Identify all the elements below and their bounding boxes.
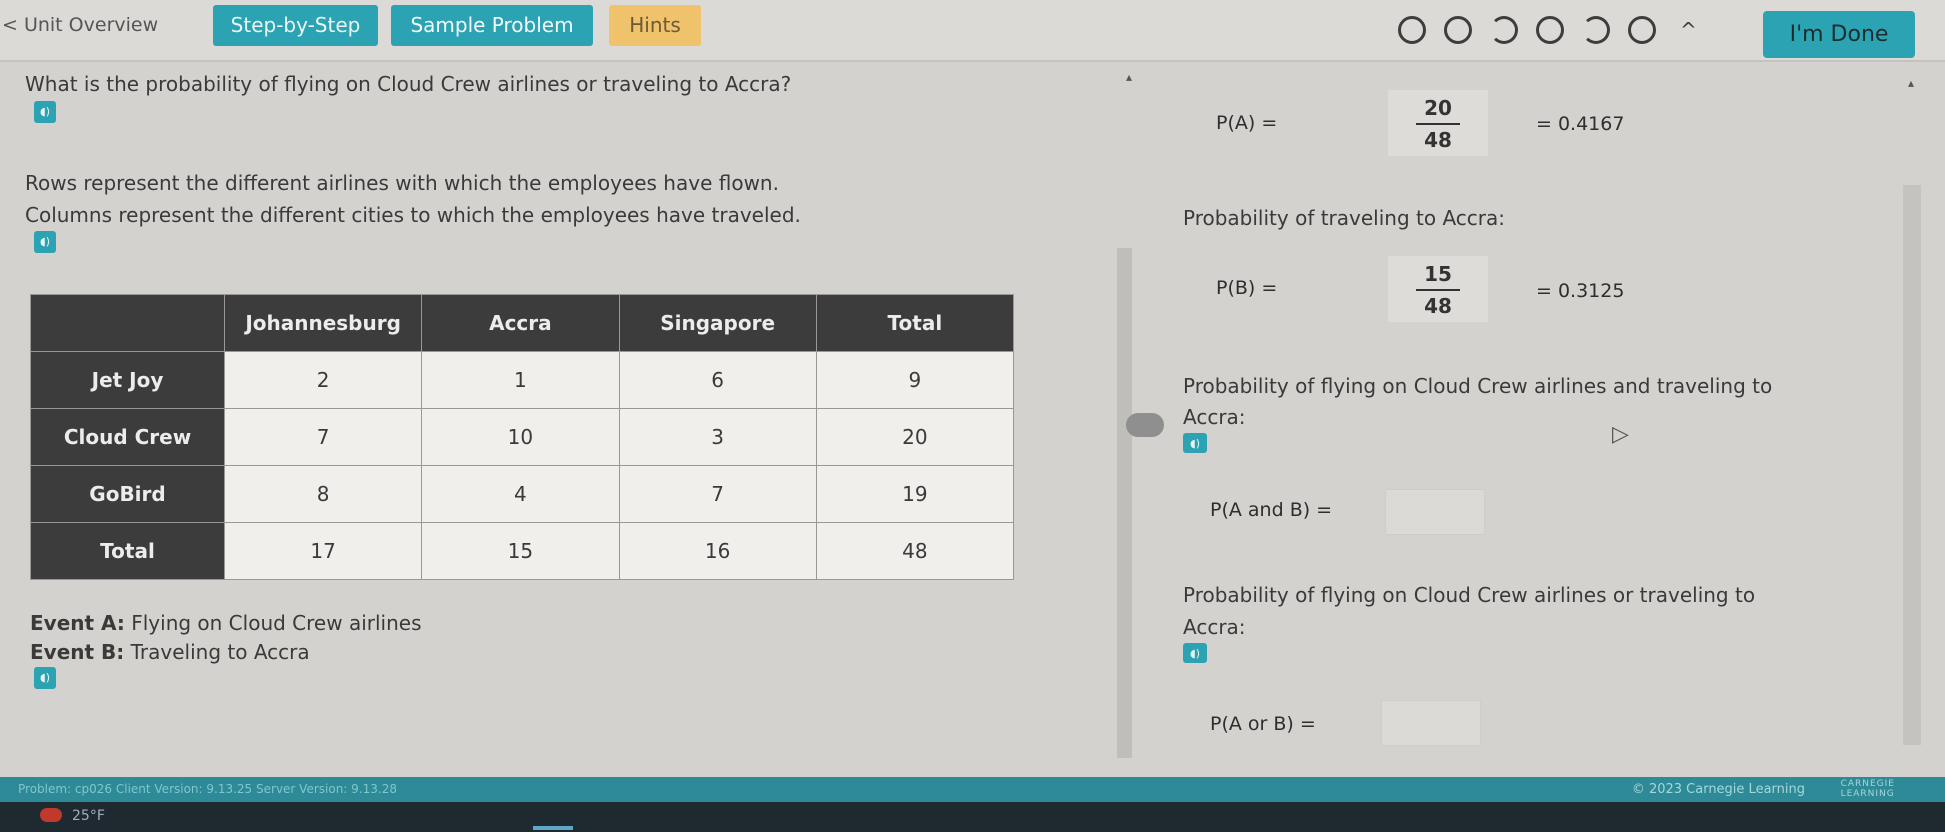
question-text: What is the probability of flying on Clo… bbox=[25, 72, 792, 96]
audio-speaker-icon[interactable]: ◖) bbox=[1183, 643, 1207, 663]
table-header-cell: Johannesburg bbox=[223, 294, 423, 352]
table-cell: 48 bbox=[815, 522, 1015, 580]
step-progress-indicator: ^ bbox=[1398, 14, 1697, 46]
progress-step-4 bbox=[1536, 16, 1564, 44]
mouse-cursor-icon: ▷ bbox=[1612, 422, 1629, 447]
top-toolbar: < Unit Overview Step-by-Step Sample Prob… bbox=[0, 0, 1945, 62]
event-b-text: Traveling to Accra bbox=[130, 640, 310, 664]
left-scroll-up-icon[interactable]: ▴ bbox=[1126, 70, 1132, 84]
right-pane-scrollbar[interactable] bbox=[1903, 185, 1921, 745]
row-header-cell: Total bbox=[30, 522, 225, 580]
or-probability-heading: Probability of flying on Cloud Crew airl… bbox=[1183, 583, 1756, 607]
and-probability-heading-cont: Accra: bbox=[1183, 405, 1246, 429]
table-cell: 9 bbox=[815, 351, 1015, 409]
pane-divider[interactable] bbox=[1117, 248, 1132, 758]
pa-fraction: 20 48 bbox=[1388, 90, 1488, 156]
copyright-text: © 2023 Carnegie Learning bbox=[1631, 782, 1805, 797]
taskbar-active-indicator bbox=[533, 826, 573, 830]
pb-value: = 0.3125 bbox=[1536, 280, 1625, 302]
progress-step-2 bbox=[1444, 16, 1472, 44]
fraction-bar bbox=[1416, 123, 1460, 125]
row-header-cell: Jet Joy bbox=[30, 351, 225, 409]
table-cell: 7 bbox=[618, 465, 817, 523]
pab-answer-input[interactable] bbox=[1385, 489, 1485, 535]
paorb-label: P(A or B) = bbox=[1210, 713, 1316, 735]
table-cell: 17 bbox=[223, 522, 423, 580]
table-cell: 1 bbox=[421, 351, 620, 409]
accra-probability-heading: Probability of traveling to Accra: bbox=[1183, 206, 1505, 230]
row-header-cell: Cloud Crew bbox=[30, 408, 225, 466]
table-cell: 3 bbox=[618, 408, 817, 466]
pa-denominator: 48 bbox=[1424, 128, 1452, 152]
weather-icon bbox=[40, 808, 62, 822]
weather-temperature: 25°F bbox=[72, 808, 105, 824]
table-cell: 4 bbox=[421, 465, 620, 523]
paorb-answer-input[interactable] bbox=[1381, 700, 1481, 746]
airline-city-table: Johannesburg Accra Singapore Total Jet J… bbox=[30, 294, 1015, 580]
and-probability-heading: Probability of flying on Cloud Crew airl… bbox=[1183, 374, 1773, 398]
pb-denominator: 48 bbox=[1424, 294, 1452, 318]
table-header-cell bbox=[30, 294, 225, 352]
table-row: Jet Joy 2 1 6 9 bbox=[30, 351, 1015, 409]
table-cell: 8 bbox=[223, 465, 423, 523]
unit-overview-link[interactable]: < Unit Overview bbox=[2, 10, 158, 40]
pb-fraction: 15 48 bbox=[1388, 256, 1488, 322]
or-probability-heading-cont: Accra: bbox=[1183, 615, 1246, 639]
pb-numerator: 15 bbox=[1424, 262, 1452, 286]
sample-problem-button[interactable]: Sample Problem bbox=[391, 5, 593, 46]
collapse-progress-icon[interactable]: ^ bbox=[1680, 18, 1697, 42]
row-header-cell: GoBird bbox=[30, 465, 225, 523]
step-by-step-button[interactable]: Step-by-Step bbox=[213, 5, 378, 46]
progress-step-5 bbox=[1582, 16, 1610, 44]
right-scroll-up-icon[interactable]: ▴ bbox=[1908, 76, 1914, 90]
im-done-button[interactable]: I'm Done bbox=[1763, 11, 1915, 58]
table-row: Cloud Crew 7 10 3 20 bbox=[30, 408, 1015, 466]
event-b: Event B: Traveling to Accra bbox=[30, 640, 310, 664]
table-cell: 6 bbox=[618, 351, 817, 409]
table-cell: 15 bbox=[421, 522, 620, 580]
pa-value: = 0.4167 bbox=[1536, 113, 1625, 135]
event-a: Event A: Flying on Cloud Crew airlines bbox=[30, 611, 422, 635]
pab-label: P(A and B) = bbox=[1210, 499, 1333, 521]
table-cell: 19 bbox=[815, 465, 1015, 523]
table-row: Total 17 15 16 48 bbox=[30, 522, 1015, 580]
carnegie-learning-logo: CARNEGIE LEARNING bbox=[1840, 779, 1895, 799]
progress-step-1 bbox=[1398, 16, 1426, 44]
progress-step-6 bbox=[1628, 16, 1656, 44]
table-header-row: Johannesburg Accra Singapore Total bbox=[30, 294, 1015, 352]
audio-speaker-icon[interactable]: ◖) bbox=[34, 667, 56, 689]
fraction-bar bbox=[1416, 289, 1460, 291]
event-a-label: Event A: bbox=[30, 611, 125, 635]
table-cell: 7 bbox=[223, 408, 423, 466]
table-header-cell: Accra bbox=[421, 294, 620, 352]
rows-description: Rows represent the different airlines wi… bbox=[25, 171, 779, 195]
table-header-cell: Singapore bbox=[618, 294, 817, 352]
columns-description: Columns represent the different cities t… bbox=[25, 203, 801, 227]
table-cell: 20 bbox=[815, 408, 1015, 466]
pb-label: P(B) = bbox=[1216, 277, 1278, 299]
audio-speaker-icon[interactable]: ◖) bbox=[34, 101, 56, 123]
table-cell: 2 bbox=[223, 351, 423, 409]
status-footer: Problem: cp026 Client Version: 9.13.25 S… bbox=[0, 777, 1945, 802]
audio-speaker-icon[interactable]: ◖) bbox=[34, 231, 56, 253]
audio-speaker-icon[interactable]: ◖) bbox=[1183, 433, 1207, 453]
version-info: Problem: cp026 Client Version: 9.13.25 S… bbox=[18, 782, 397, 796]
table-cell: 16 bbox=[618, 522, 817, 580]
hints-button[interactable]: Hints bbox=[609, 5, 701, 46]
progress-step-3 bbox=[1490, 16, 1518, 44]
event-b-label: Event B: bbox=[30, 640, 125, 664]
os-taskbar: 25°F bbox=[0, 802, 1945, 832]
pane-resize-handle[interactable] bbox=[1126, 413, 1164, 437]
table-header-cell: Total bbox=[815, 294, 1015, 352]
table-cell: 10 bbox=[421, 408, 620, 466]
event-a-text: Flying on Cloud Crew airlines bbox=[131, 611, 422, 635]
pa-numerator: 20 bbox=[1424, 96, 1452, 120]
table-row: GoBird 8 4 7 19 bbox=[30, 465, 1015, 523]
pa-label: P(A) = bbox=[1216, 112, 1278, 134]
